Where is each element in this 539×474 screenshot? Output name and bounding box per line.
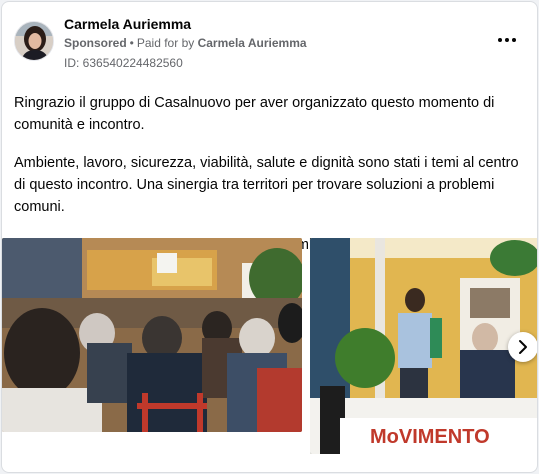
paid-for-prefix: Paid for by	[136, 36, 195, 50]
ellipsis-icon	[498, 38, 502, 42]
paid-for-name[interactable]: Carmela Auriemma	[198, 36, 307, 50]
more-options-button[interactable]	[495, 32, 519, 48]
ellipsis-dot	[505, 38, 509, 42]
avatar[interactable]	[14, 21, 54, 61]
ad-post-card: Carmela Auriemma Sponsored • Paid for by C…	[1, 1, 538, 473]
ellipsis-dot	[512, 38, 516, 42]
sponsored-line: Sponsored • Paid for by Carmela Auriemma	[64, 36, 307, 50]
body-paragraph: Ringrazio il gruppo di Casalnuovo per av…	[14, 95, 495, 133]
body-paragraph: Ambiente, lavoro, sicurezza, viabilità, …	[14, 155, 519, 215]
chevron-right-icon	[519, 340, 527, 354]
carousel-next-button[interactable]	[508, 332, 537, 362]
page-name-link[interactable]: Carmela Auriemma	[64, 16, 191, 32]
separator-dot: •	[129, 36, 134, 50]
ad-id: ID: 636540224482560	[64, 56, 183, 70]
banner-text: MoVIMENTO	[370, 426, 490, 448]
speaker-at-table-photo[interactable]: MoVIMENTO	[310, 238, 537, 454]
meeting-audience-photo[interactable]	[2, 238, 302, 432]
sponsored-label: Sponsored	[64, 36, 127, 50]
image-carousel: MoVIMENTO	[2, 238, 537, 454]
post-header: Carmela Auriemma Sponsored • Paid for by C…	[2, 2, 537, 82]
